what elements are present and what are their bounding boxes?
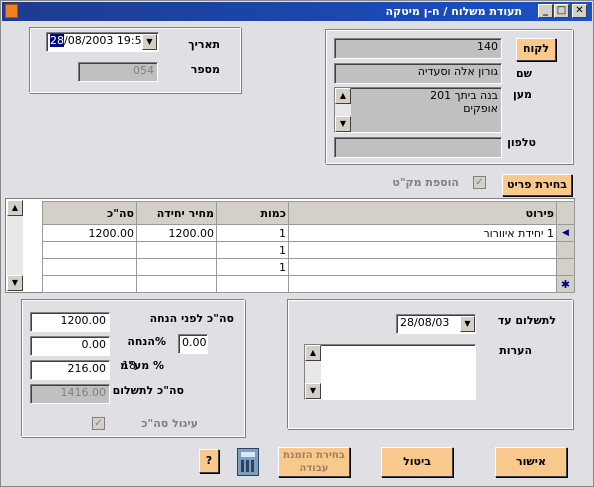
document-number-field: 054 [78,62,158,82]
current-row-arrow-icon[interactable]: ◀ [556,224,575,242]
before-discount-label: סה"כ לפני הנחה [149,312,234,325]
cell-description[interactable] [288,241,557,259]
customer-phone-field [334,137,502,158]
totals-panel: 1200.00 סה"כ לפני הנחה 0.00 0.00 %הנחה 2… [21,299,245,437]
dialog-window: תעודת משלוח / ח-ן מיטקה _ □ ✕ 28/08/2003… [0,0,594,487]
vat-amount-field[interactable]: 216.00 [30,360,110,380]
col-description[interactable]: פירוט [288,201,557,225]
cell-quantity[interactable]: 1 [216,241,289,259]
title-bar: תעודת משלוח / ח-ן מיטקה _ □ ✕ [2,2,592,21]
customer-panel: 140 לקוח גורון אלה וסעדיה שם בנה ביתך 20… [325,29,573,164]
window-title: תעודת משלוח / ח-ן מיטקה [385,5,522,18]
choose-customer-button[interactable]: לקוח [516,38,556,61]
help-button[interactable]: ? [199,449,219,473]
cell-total[interactable] [42,241,137,259]
cell-unit-price[interactable] [136,241,217,259]
address-line-1: בנה ביתך 201 [430,89,498,102]
customer-address-field: בנה ביתך 201 אופקים [334,87,502,133]
cell-total[interactable]: 1200.00 [42,224,137,242]
notes-field[interactable] [304,344,476,400]
discount-percent-label: %הנחה [127,335,166,348]
table-row[interactable]: 1 [42,258,575,276]
table-row[interactable]: 1200.00 1200.00 1 1 יחידת איוורור ◀ [42,224,575,242]
cell-unit-price[interactable] [136,258,217,276]
col-quantity[interactable]: כמות [216,201,289,225]
add-kit-checkbox[interactable]: ✓ [473,176,486,189]
cell-unit-price[interactable] [136,275,217,293]
grid-scrollbar[interactable]: ▲ ▼ [7,200,23,291]
address-line-2: אופקים [463,102,498,115]
notes-label: הערות [499,344,532,357]
date-selected-part: 28 [50,34,64,47]
number-label: מספר [190,63,220,76]
grid-scroll-up-icon[interactable]: ▲ [7,200,23,216]
row-selector-header [556,201,575,225]
cell-quantity[interactable]: 1 [216,224,289,242]
cell-description[interactable]: 1 יחידת איוורור [288,224,557,242]
address-scrollbar[interactable]: ▲ ▼ [335,88,351,132]
minimize-icon[interactable]: _ [538,4,553,18]
scroll-down-icon[interactable]: ▼ [335,116,351,132]
items-grid: ▲ ▼ סה"כ מחיר יחידה כמות פירוט 1200.00 1… [5,198,575,293]
total-label: סה"כ לתשלום [112,384,184,397]
address-label: מען [512,88,532,101]
cell-total[interactable] [42,275,137,293]
before-discount-field[interactable]: 1200.00 [30,312,110,332]
table-row[interactable]: 1 [42,241,575,259]
date-label: תאריך [188,38,220,51]
items-header-row: סה"כ מחיר יחידה כמות פירוט [42,201,575,225]
choose-work-order-button: בחירת הזמנת עבודה [278,447,350,477]
rounding-label: עיגול סה"כ [141,417,198,430]
cancel-button[interactable]: ביטול [381,447,453,477]
col-total[interactable]: סה"כ [42,201,137,225]
due-date-label: לתשלום עד [497,314,556,327]
cell-quantity[interactable] [216,275,289,293]
cell-total[interactable] [42,258,137,276]
close-icon[interactable]: ✕ [572,4,587,18]
cell-unit-price[interactable]: 1200.00 [136,224,217,242]
notes-scroll-up-icon[interactable]: ▲ [305,345,321,361]
cell-quantity[interactable]: 1 [216,258,289,276]
items-table: סה"כ מחיר יחידה כמות פירוט 1200.00 1200.… [42,201,575,293]
maximize-icon[interactable]: □ [554,4,569,18]
confirm-button[interactable]: אישור [495,447,567,477]
table-row[interactable]: ✱ [42,275,575,293]
date-dropdown-icon[interactable]: ▼ [142,34,157,50]
vat-label: % מע"מ [120,359,164,372]
total-field: 1416.00 [30,384,110,404]
document-panel: 28/08/2003 19:59 ▼ תאריך 054 מספר [29,27,241,93]
calculator-icon[interactable] [237,448,259,476]
row-selector[interactable] [556,241,575,259]
name-label: שם [515,67,532,80]
payment-panel: 28/08/03 ▼ לתשלום עד ▲ ▼ הערות [287,299,573,429]
phone-label: טלפון [507,136,536,149]
date-value: /08/2003 19:59 [64,34,149,47]
notes-scroll-down-icon[interactable]: ▼ [305,383,321,399]
cell-description[interactable] [288,258,557,276]
row-selector[interactable] [556,258,575,276]
discount-percent-field[interactable]: 0.00 [178,334,208,354]
choose-item-button[interactable]: בחירת פריט [502,174,572,196]
add-kit-label: הוספת מק"ט [392,176,459,189]
col-unit-price[interactable]: מחיר יחידה [136,201,217,225]
cell-description[interactable] [288,275,557,293]
scroll-up-icon[interactable]: ▲ [335,88,351,104]
work-order-line-1: בחירת הזמנת [283,450,345,461]
work-order-line-2: עבודה [299,463,329,474]
app-icon [5,4,18,18]
customer-name-field: גורון אלה וסעדיה [334,63,502,84]
grid-scroll-down-icon[interactable]: ▼ [7,275,23,291]
discount-amount-field[interactable]: 0.00 [30,336,110,356]
customer-number-field: 140 [334,38,502,59]
rounding-checkbox[interactable]: ✓ [92,417,105,430]
notes-scrollbar[interactable]: ▲ ▼ [305,345,321,399]
due-date-dropdown-icon[interactable]: ▼ [460,316,475,332]
new-row-icon[interactable]: ✱ [556,275,575,293]
